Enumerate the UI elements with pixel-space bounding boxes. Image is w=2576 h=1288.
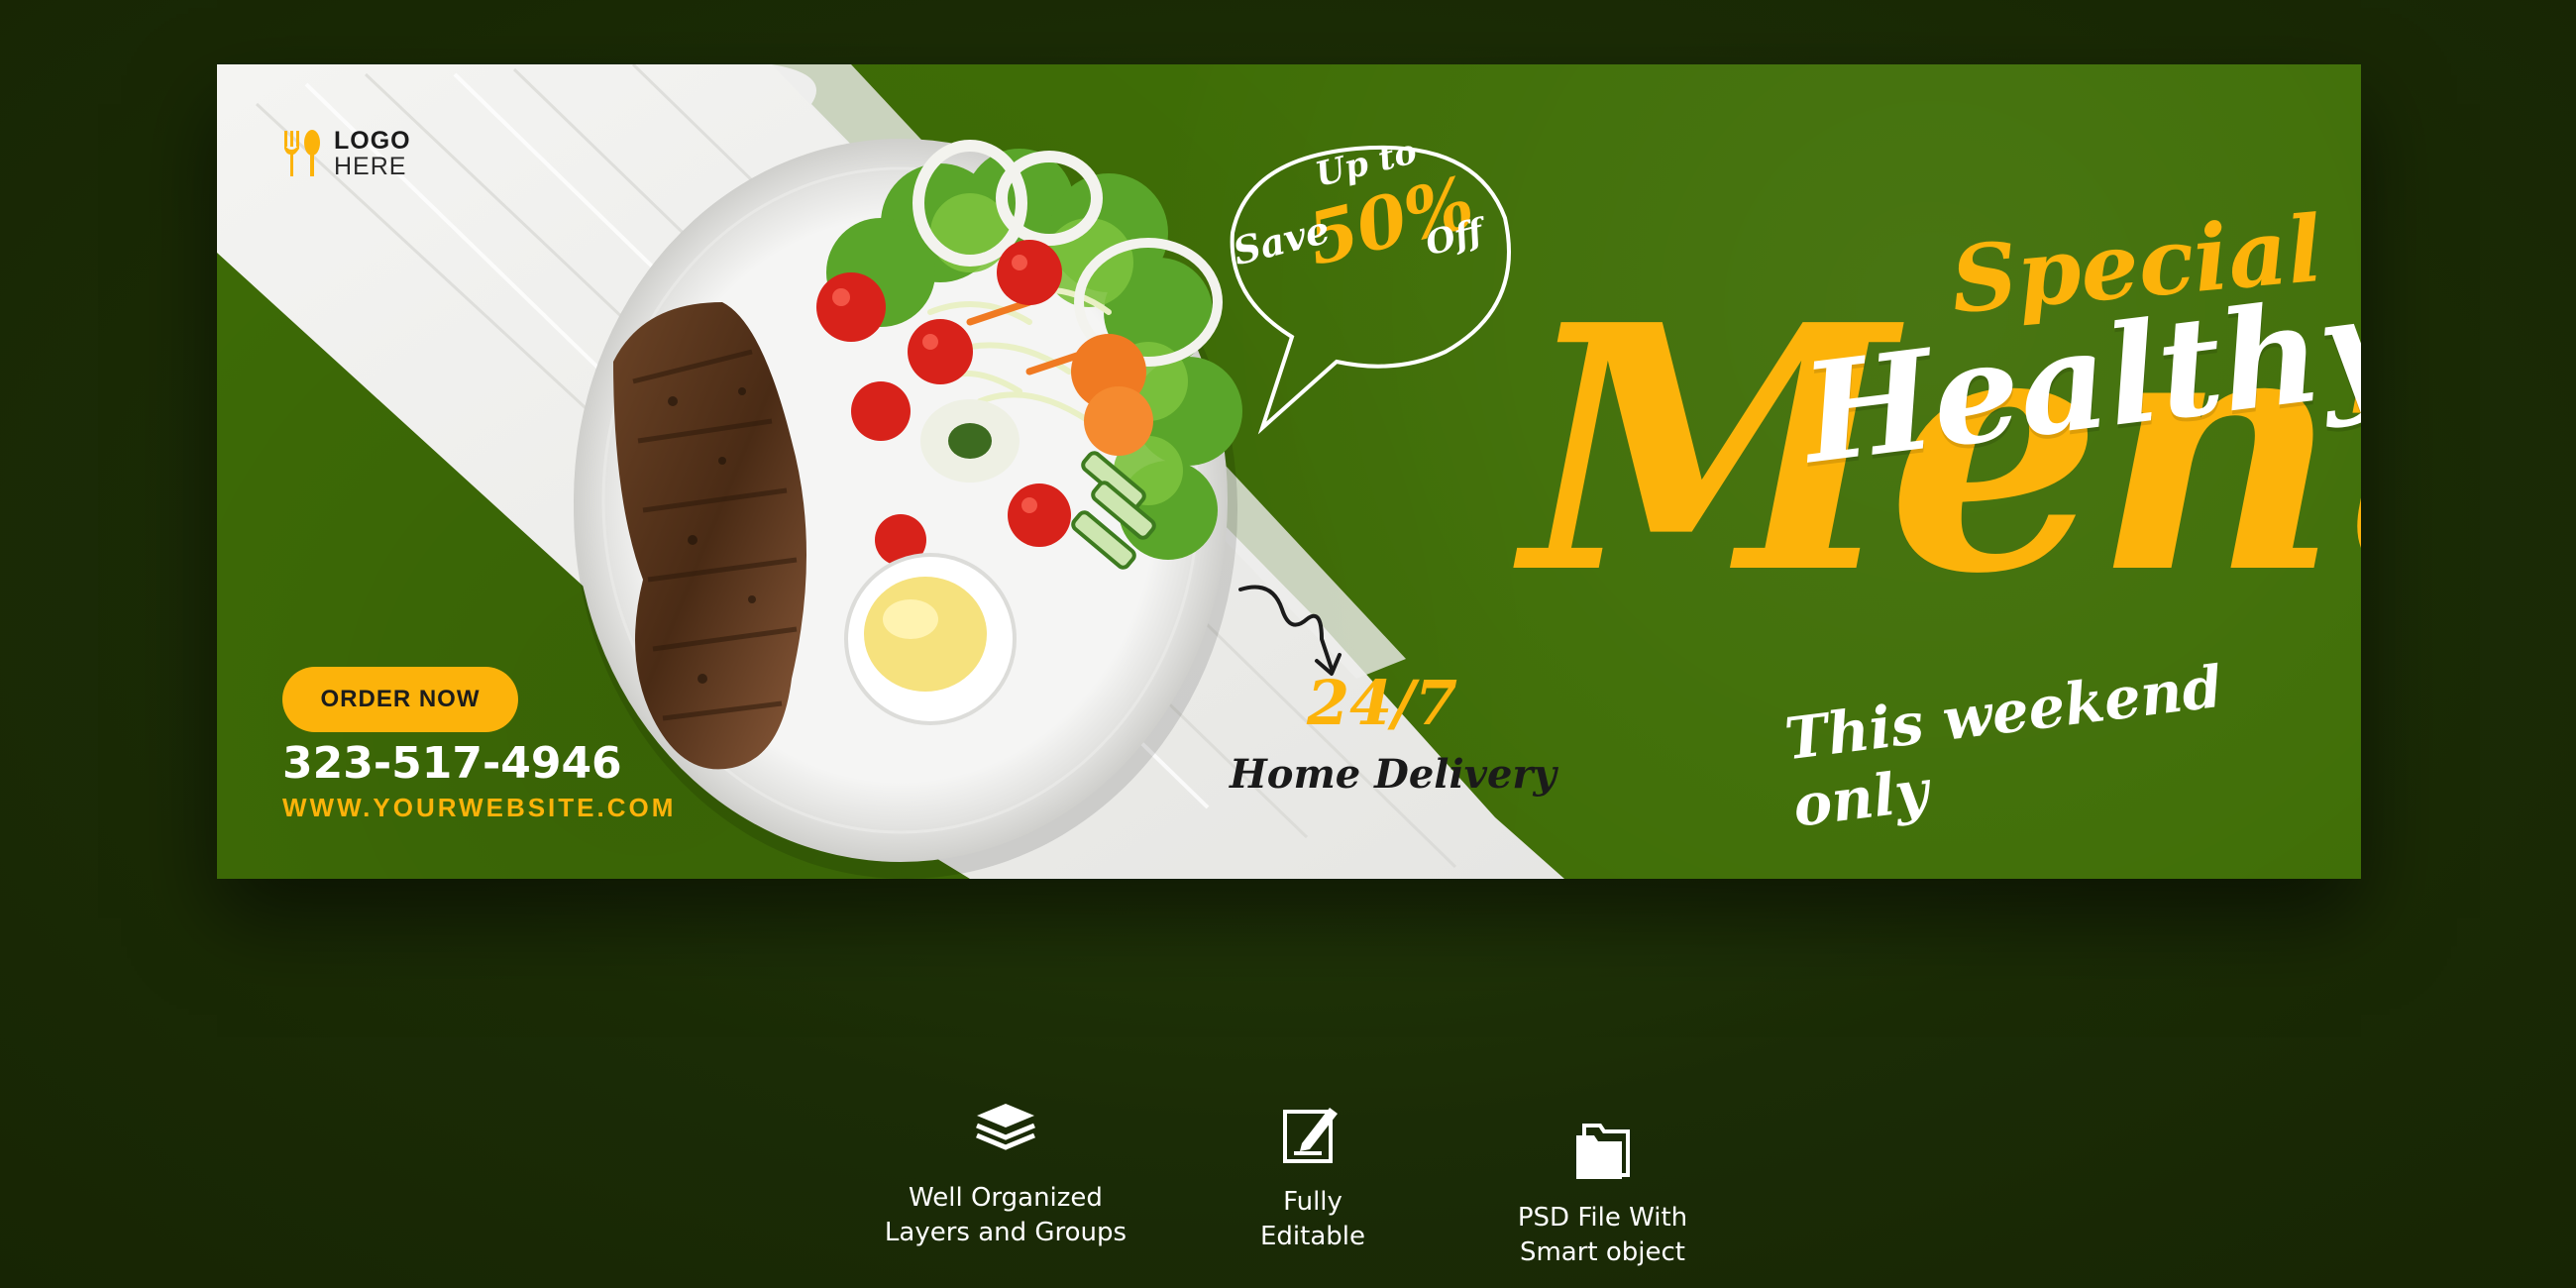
logo-text-primary: LOGO	[334, 127, 411, 155]
logo-text-secondary: HERE	[334, 153, 407, 181]
feature-layers-line2: Layers and Groups	[884, 1218, 1127, 1247]
feature-psd-line2: Smart object	[1519, 1237, 1686, 1267]
feature-editable-line2: Editable	[1259, 1222, 1365, 1251]
feature-layers-line1: Well Organized	[909, 1183, 1103, 1213]
logo: LOGO HERE	[282, 128, 411, 180]
feature-editable: Fully Editable	[1219, 1102, 1407, 1254]
website-url: WWW.YOURWEBSITE.COM	[282, 793, 677, 822]
feature-psd: PSD File With Smart object	[1481, 1118, 1724, 1270]
fork-spoon-icon	[284, 130, 320, 177]
promo-banner: LOGO HERE Up to 50% Save Off 24/7 Home D…	[217, 64, 2361, 879]
layers-icon	[976, 1104, 1035, 1150]
feature-psd-line1: PSD File With	[1517, 1203, 1688, 1233]
phone-number: 323-517-4946	[282, 738, 622, 789]
folder-icon	[1575, 1124, 1630, 1179]
feature-editable-line1: Fully	[1283, 1187, 1342, 1217]
delivery-label: Home Delivery	[1230, 751, 1556, 798]
feature-layers: Well Organized Layers and Groups	[872, 1098, 1139, 1250]
delivery-hours: 24/7	[1307, 667, 1458, 739]
edit-icon	[1283, 1108, 1338, 1163]
food-plate-image	[574, 139, 1242, 879]
order-now-button[interactable]: ORDER NOW	[282, 667, 518, 732]
